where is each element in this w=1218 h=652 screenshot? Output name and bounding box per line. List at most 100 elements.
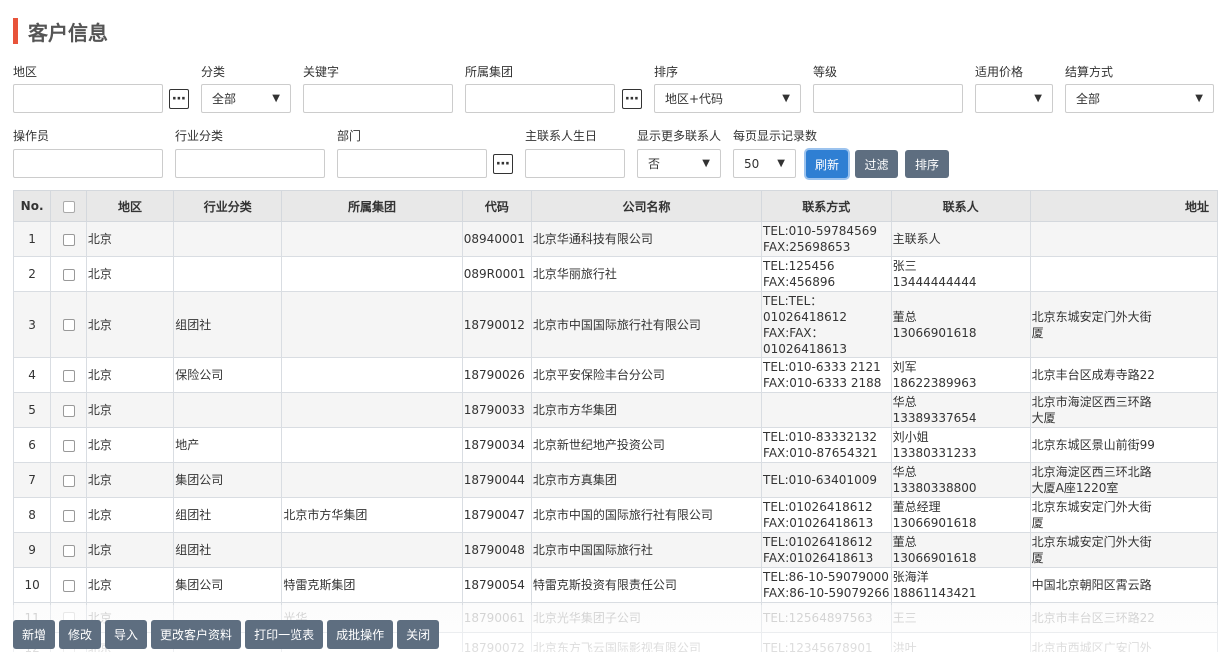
row-checkbox[interactable] (62, 268, 75, 281)
table-row[interactable]: 9 北京 组团社 18790048 北京市中国国际旅行社 TEL:01026418612 … (12, 532, 1218, 568)
col-address-header[interactable]: 地址 (1029, 190, 1218, 222)
group-picker-icon[interactable]: ⋯ (622, 89, 642, 109)
sort-button[interactable]: 排序 (905, 150, 949, 178)
cell-no: 3 (12, 291, 52, 358)
cell-address (1029, 256, 1218, 292)
region-input[interactable] (13, 84, 163, 113)
row-checkbox[interactable] (62, 544, 75, 557)
cell-group (281, 532, 463, 568)
cell-region: 北京 (85, 532, 175, 568)
table-row[interactable]: 8 北京 组团社 北京市方华集团 18790047 北京市中国的国际旅行社有限公司 TEL:… (12, 497, 1218, 533)
customer-table: No. 地区 行业分类 所属集团 代码 公司名称 联系方式 联系人 地址 1 北京… (12, 190, 1218, 652)
sort-label: 排序 (654, 65, 679, 79)
group-input[interactable] (465, 84, 615, 113)
cell-person: 华总 13380338800 (890, 462, 1031, 498)
col-code-header[interactable]: 代码 (461, 190, 532, 222)
table-row[interactable]: 3 北京 组团社 18790012 北京市中国国际旅行社有限公司 TEL:TEL： 010… (12, 291, 1218, 358)
more-contacts-select[interactable]: 否 ▼ (637, 149, 721, 178)
settle-select[interactable]: 全部 ▼ (1065, 84, 1214, 113)
col-contact-header[interactable]: 联系方式 (761, 190, 892, 222)
sort-select[interactable]: 地区+代码 ▼ (654, 84, 801, 113)
dept-picker-icon[interactable]: ⋯ (493, 154, 513, 174)
customer-info-page: 客户信息 地区 分类 关键字 所属集团 排序 等级 适用价格 结算方式 ⋯ 全部… (0, 0, 1218, 652)
cell-no: 4 (12, 357, 52, 393)
region-picker-icon[interactable]: ⋯ (169, 89, 189, 109)
cell-group (281, 392, 463, 428)
cell-contact: TEL:01026418612 FAX:01026418613 (761, 532, 892, 568)
cell-code: 18790026 (461, 357, 532, 393)
birthday-input[interactable] (525, 149, 625, 178)
table-row[interactable]: 5 北京 18790033 北京市方华集团 华总 13389337654 北京市海淀区西三… (12, 392, 1218, 428)
row-checkbox[interactable] (62, 233, 75, 246)
keyword-input[interactable] (303, 84, 453, 113)
col-company-header[interactable]: 公司名称 (530, 190, 763, 222)
level-input[interactable] (813, 84, 963, 113)
select-all-checkbox[interactable] (62, 200, 75, 213)
table-header-row: No. 地区 行业分类 所属集团 代码 公司名称 联系方式 联系人 地址 (12, 190, 1218, 222)
col-industry-header[interactable]: 行业分类 (173, 190, 283, 222)
cell-code: 18790048 (461, 532, 532, 568)
cell-person: 董总经理 13066901618 (890, 497, 1031, 533)
change-customer-button[interactable]: 更改客户资料 (151, 620, 242, 649)
cell-industry: 组团社 (173, 497, 283, 533)
col-select-all-header[interactable] (50, 190, 87, 222)
col-person-header[interactable]: 联系人 (890, 190, 1031, 222)
add-button[interactable]: 新增 (13, 620, 56, 649)
industry-input[interactable] (175, 149, 325, 178)
filter-button[interactable]: 过滤 (855, 150, 898, 178)
group-label: 所属集团 (465, 65, 514, 79)
row-checkbox[interactable] (62, 404, 75, 417)
cell-no: 1 (12, 221, 52, 257)
cell-person: 张海洋 18861143421 (890, 567, 1031, 603)
cell-person: 刘军 18622389963 (890, 357, 1031, 393)
row-checkbox[interactable] (62, 319, 75, 331)
operator-input[interactable] (13, 149, 163, 178)
row-select-cell (50, 532, 87, 568)
industry-label: 行业分类 (175, 129, 224, 143)
row-checkbox[interactable] (62, 509, 75, 522)
cell-company: 北京市中国国际旅行社 (530, 532, 763, 568)
cell-address: 北京东城区景山前街99 (1029, 427, 1218, 463)
row-checkbox[interactable] (62, 439, 75, 452)
table-row[interactable]: 4 北京 保险公司 18790026 北京平安保险丰台分公司 TEL:010-6333 2… (12, 357, 1218, 393)
table-row[interactable]: 7 北京 集团公司 18790044 北京市方真集团 TEL:010-63401009 华总… (12, 462, 1218, 498)
print-list-button[interactable]: 打印一览表 (245, 620, 324, 649)
cell-person: 洪叶 (890, 632, 1031, 652)
table-row[interactable]: 2 北京 089R0001 北京华丽旅行社 TEL:125456 FAX:456896 张… (12, 256, 1218, 292)
cell-person: 董总 13066901618 (890, 532, 1031, 568)
cell-address: 北京东城安定门外大街 厦 (1029, 497, 1218, 533)
cell-company: 北京华丽旅行社 (530, 256, 763, 292)
price-select[interactable]: ▼ (975, 84, 1053, 113)
row-checkbox[interactable] (62, 579, 75, 592)
table-row[interactable]: 10 北京 集团公司 特雷克斯集团 18790054 特雷克斯投资有限责任公司 TEL:86… (12, 567, 1218, 603)
col-no-header[interactable]: No. (12, 190, 52, 222)
cell-person: 刘小姐 13380331233 (890, 427, 1031, 463)
cell-contact: TEL:125456 FAX:456896 (761, 256, 892, 292)
import-button[interactable]: 导入 (105, 620, 148, 649)
cell-group: 特雷克斯集团 (281, 567, 463, 603)
batch-operation-button[interactable]: 成批操作 (327, 620, 394, 649)
refresh-button[interactable]: 刷新 (806, 150, 848, 178)
close-button[interactable]: 关闭 (397, 620, 440, 649)
table-row[interactable]: 1 北京 08940001 北京华通科技有限公司 TEL:010-59784569 FA… (12, 221, 1218, 257)
table-row[interactable]: 6 北京 地产 18790034 北京新世纪地产投资公司 TEL:010-83332132… (12, 427, 1218, 463)
cell-no: 10 (12, 567, 52, 603)
cell-region: 北京 (85, 462, 175, 498)
row-select-cell (50, 392, 87, 428)
dept-input[interactable] (337, 149, 487, 178)
cell-person: 王三 (890, 602, 1031, 633)
row-checkbox[interactable] (62, 474, 75, 487)
col-group-header[interactable]: 所属集团 (281, 190, 463, 222)
price-label: 适用价格 (975, 65, 1024, 79)
region-label: 地区 (13, 65, 38, 79)
col-region-header[interactable]: 地区 (85, 190, 175, 222)
row-checkbox[interactable] (62, 369, 75, 382)
category-select[interactable]: 全部 ▼ (201, 84, 291, 113)
cell-group (281, 357, 463, 393)
cell-code: 18790012 (461, 291, 532, 358)
edit-button[interactable]: 修改 (59, 620, 102, 649)
row-select-cell (50, 291, 87, 358)
cell-region: 北京 (85, 357, 175, 393)
per-page-select[interactable]: 50 ▼ (733, 149, 796, 178)
more-contacts-value: 否 (648, 157, 661, 171)
